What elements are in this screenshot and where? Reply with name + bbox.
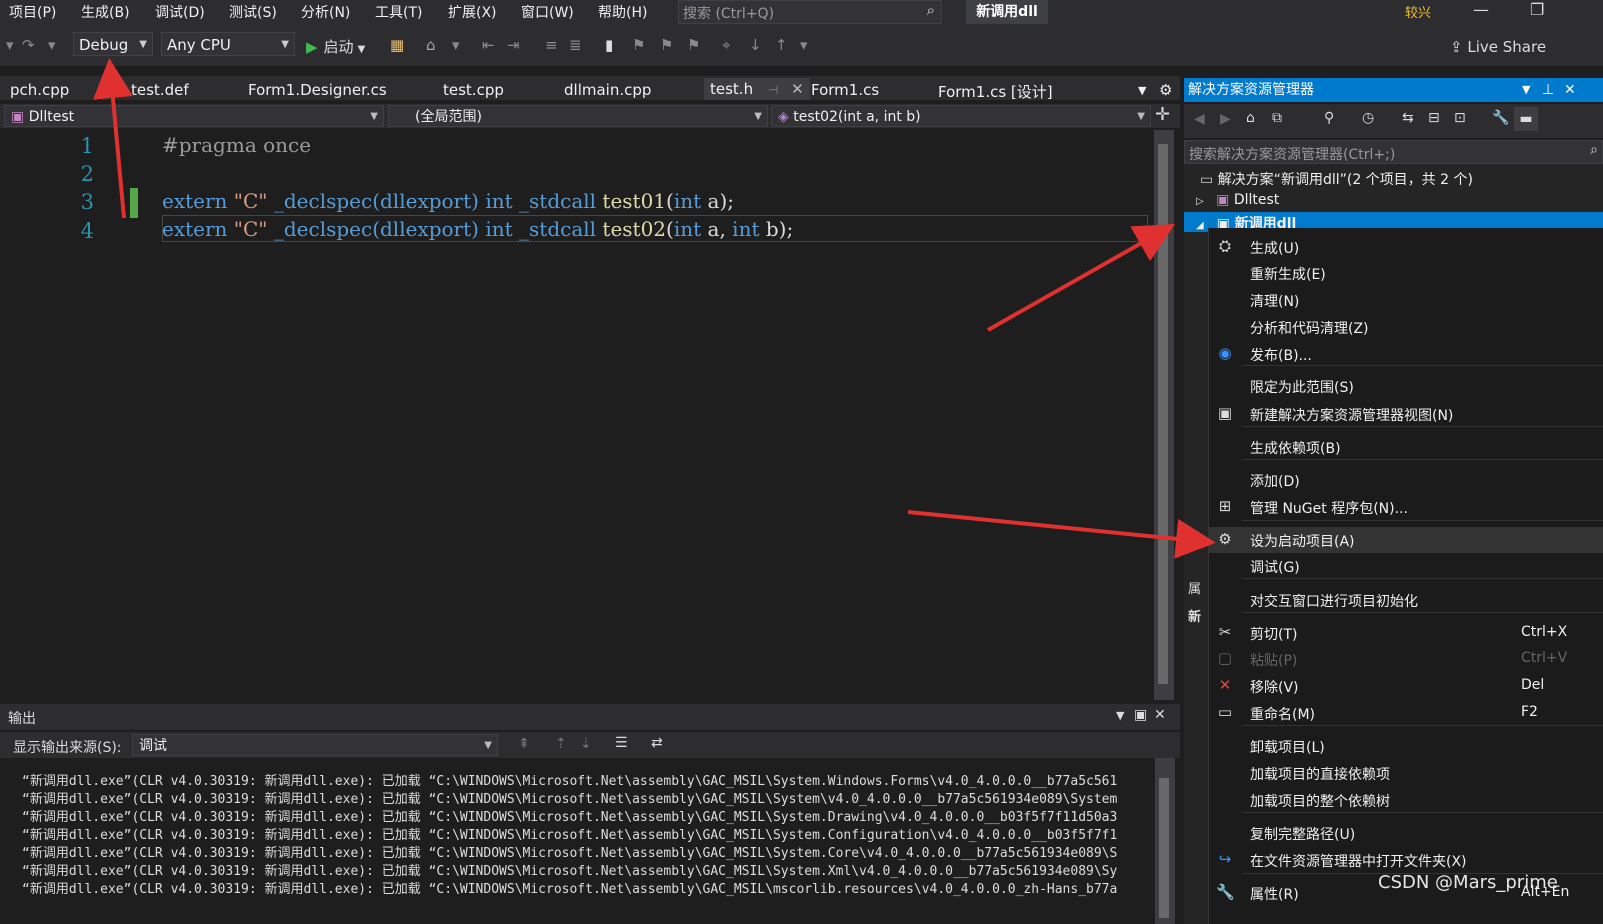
arrow-to-debug: [93, 58, 133, 219]
arrow-to-set-startup: [907, 510, 1216, 559]
annotation-arrows: [93, 58, 1216, 559]
arrow-to-project: [987, 224, 1175, 332]
